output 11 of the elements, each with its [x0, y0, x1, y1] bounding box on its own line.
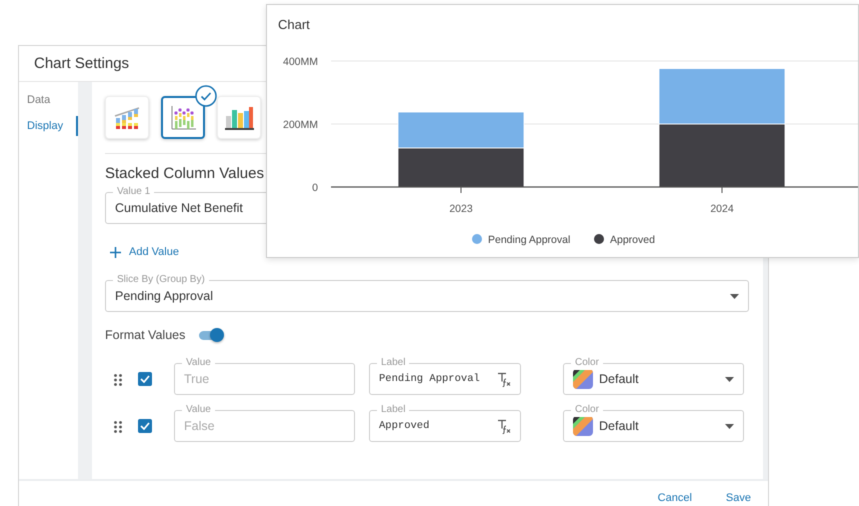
chart-title: Chart — [278, 17, 310, 32]
axis-tick-label: 0 — [312, 182, 318, 194]
axis-tick-label: 200MM — [282, 119, 318, 131]
category-label: 2023 — [449, 203, 473, 215]
dialog-title: Chart Settings — [34, 55, 130, 72]
category-label: 2024 — [710, 203, 734, 215]
toggle-label: Format Values — [105, 328, 186, 342]
axis-tick-label: 400MM — [282, 56, 318, 68]
section-title: Stacked Column Values — [105, 165, 265, 182]
legend-label: Pending Approval — [488, 234, 570, 246]
legend-label: Approved — [610, 234, 655, 246]
